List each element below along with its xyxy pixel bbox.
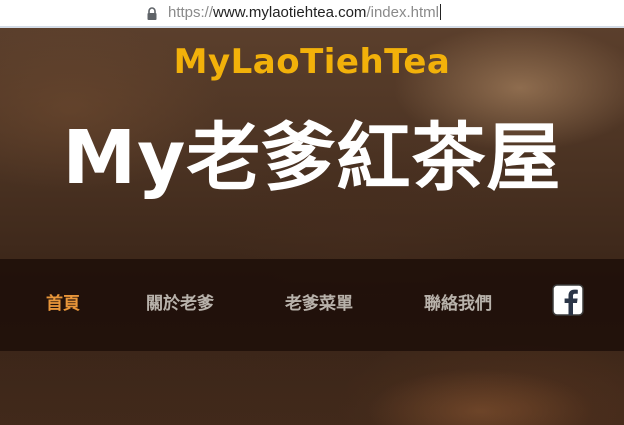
hero-lower-background xyxy=(0,351,624,425)
facebook-icon[interactable] xyxy=(552,284,584,316)
text-caret xyxy=(439,4,441,20)
nav-item-home[interactable]: 首頁 xyxy=(46,292,80,316)
brand-name: MyLaoTiehTea xyxy=(173,42,451,82)
lock-icon xyxy=(147,7,157,20)
nav-item-contact[interactable]: 聯絡我們 xyxy=(424,292,492,316)
url-path: /index.html xyxy=(366,4,439,21)
hero-title: My老爹紅茶屋 xyxy=(62,115,562,201)
hero-section: MyLaoTiehTea My老爹紅茶屋 首頁 關於老爹 老爹菜單 聯絡我們 xyxy=(0,28,624,425)
main-nav: 首頁 關於老爹 老爹菜單 聯絡我們 xyxy=(0,259,624,351)
nav-item-menu[interactable]: 老爹菜單 xyxy=(285,292,353,316)
nav-item-about[interactable]: 關於老爹 xyxy=(146,292,214,316)
url-field[interactable]: https://www.mylaotiehtea.com/index.html xyxy=(168,4,441,22)
address-bar[interactable]: https://www.mylaotiehtea.com/index.html xyxy=(0,0,624,28)
url-host: www.mylaotiehtea.com xyxy=(213,4,367,21)
url-scheme: https:// xyxy=(168,4,214,21)
